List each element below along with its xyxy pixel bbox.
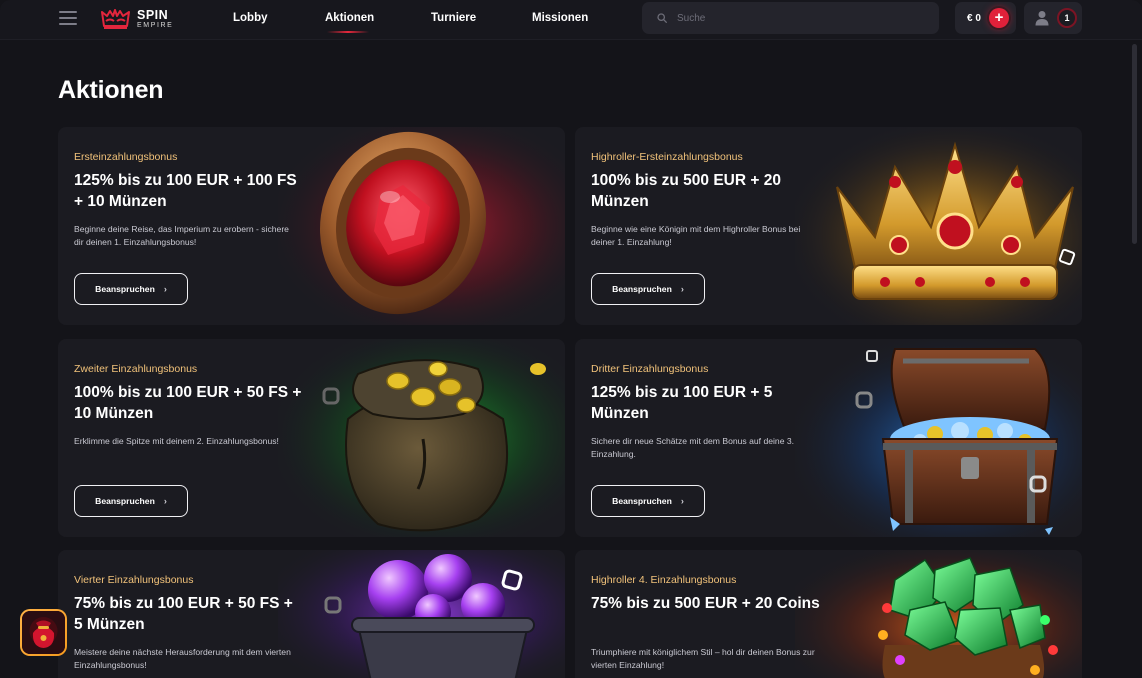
deposit-button[interactable]: + bbox=[989, 8, 1009, 28]
chevron-right-icon: › bbox=[680, 284, 684, 294]
brand-logo[interactable]: SPIN EMPIRE bbox=[100, 7, 173, 31]
search-icon bbox=[657, 13, 667, 23]
emerald-sack-image bbox=[795, 550, 1082, 678]
magic-cauldron-image bbox=[278, 550, 565, 678]
promo-card[interactable]: Highroller 4. Einzahlungsbonus 75% bis z… bbox=[575, 550, 1082, 678]
wallet-balance[interactable]: € 0 + bbox=[955, 2, 1016, 34]
nav-missionen[interactable]: Missionen bbox=[532, 12, 588, 24]
promo-description: Beginne deine Reise, das Imperium zu ero… bbox=[74, 224, 289, 247]
promo-description: Beginne wie eine Königin mit dem Highrol… bbox=[591, 224, 801, 247]
user-menu[interactable]: 1 bbox=[1024, 2, 1082, 34]
scrollbar[interactable] bbox=[1132, 40, 1138, 670]
floating-reward-button[interactable] bbox=[20, 609, 67, 656]
plus-icon: + bbox=[994, 9, 1004, 26]
promo-title: 100% bis zu 100 EUR + 50 FS + 10 Münzen bbox=[74, 384, 302, 422]
promo-kicker: Zweiter Einzahlungsbonus bbox=[74, 363, 198, 375]
chevron-right-icon: › bbox=[163, 496, 167, 506]
app-frame: SPIN EMPIRE Lobby Aktionen Turniere Miss… bbox=[0, 0, 1142, 678]
promo-kicker: Vierter Einzahlungsbonus bbox=[74, 574, 194, 586]
promo-description: Sichere dir neue Schätze mit dem Bonus a… bbox=[591, 436, 795, 459]
claim-button[interactable]: Beanspruchen › bbox=[74, 273, 188, 305]
claim-button[interactable]: Beanspruchen › bbox=[591, 485, 705, 517]
promo-kicker: Dritter Einzahlungsbonus bbox=[591, 363, 709, 375]
menu-icon[interactable] bbox=[59, 10, 77, 26]
claim-button[interactable]: Beanspruchen › bbox=[74, 485, 188, 517]
scrollbar-thumb[interactable] bbox=[1132, 44, 1137, 244]
search-input[interactable] bbox=[677, 12, 917, 24]
promo-kicker: Highroller 4. Einzahlungsbonus bbox=[591, 574, 737, 586]
promo-description: Triumphiere mit königlichem Stil – hol d… bbox=[591, 647, 815, 670]
promo-card[interactable]: Zweiter Einzahlungsbonus 100% bis zu 100… bbox=[58, 339, 565, 537]
promo-title: 125% bis zu 100 EUR + 100 FS + 10 Münzen bbox=[74, 172, 297, 210]
nav-turniere[interactable]: Turniere bbox=[431, 12, 476, 24]
promo-kicker: Ersteinzahlungsbonus bbox=[74, 151, 178, 163]
search-bar[interactable] bbox=[642, 2, 939, 34]
claim-button[interactable]: Beanspruchen › bbox=[591, 273, 705, 305]
promo-card[interactable]: Vierter Einzahlungsbonus 75% bis zu 100 … bbox=[58, 550, 565, 678]
logo-subtitle: EMPIRE bbox=[137, 22, 174, 30]
promo-kicker: Highroller-Ersteinzahlungsbonus bbox=[591, 151, 743, 163]
promo-card[interactable]: Ersteinzahlungsbonus 125% bis zu 100 EUR… bbox=[58, 127, 565, 325]
crown-logo-icon bbox=[101, 9, 130, 29]
chevron-right-icon: › bbox=[680, 496, 684, 506]
page-title: Aktionen bbox=[58, 76, 164, 104]
promo-title: 100% bis zu 500 EUR + 20 Münzen bbox=[591, 172, 781, 210]
claim-button-label: Beanspruchen bbox=[95, 284, 155, 294]
nav-active-indicator bbox=[327, 31, 369, 33]
nav-lobby[interactable]: Lobby bbox=[233, 12, 268, 24]
reward-bag-icon bbox=[22, 611, 65, 654]
golden-crown-image bbox=[795, 127, 1082, 325]
promo-description: Meistere deine nächste Herausforderung m… bbox=[74, 647, 291, 670]
promo-card[interactable]: Highroller-Ersteinzahlungsbonus 100% bis… bbox=[575, 127, 1082, 325]
promo-title: 75% bis zu 100 EUR + 50 FS + 5 Münzen bbox=[74, 595, 293, 633]
promo-card[interactable]: Dritter Einzahlungsbonus 125% bis zu 100… bbox=[575, 339, 1082, 537]
top-header: SPIN EMPIRE Lobby Aktionen Turniere Miss… bbox=[0, 0, 1142, 40]
logo-wordmark: SPIN bbox=[137, 7, 169, 22]
claim-button-label: Beanspruchen bbox=[612, 284, 672, 294]
promo-title: 125% bis zu 100 EUR + 5 Münzen bbox=[591, 384, 773, 422]
promo-description: Erklimme die Spitze mit deinem 2. Einzah… bbox=[74, 436, 279, 446]
claim-button-label: Beanspruchen bbox=[612, 496, 672, 506]
ruby-coin-image bbox=[278, 127, 565, 325]
balance-amount: € 0 bbox=[967, 13, 981, 24]
nav-aktionen[interactable]: Aktionen bbox=[325, 12, 374, 24]
user-icon bbox=[1035, 11, 1049, 26]
claim-button-label: Beanspruchen bbox=[95, 496, 155, 506]
treasure-chest-image bbox=[795, 339, 1082, 537]
chevron-right-icon: › bbox=[163, 284, 167, 294]
coin-sack-image bbox=[278, 339, 565, 537]
promo-title: 75% bis zu 500 EUR + 20 Coins bbox=[591, 595, 820, 612]
notification-badge[interactable]: 1 bbox=[1057, 8, 1077, 28]
